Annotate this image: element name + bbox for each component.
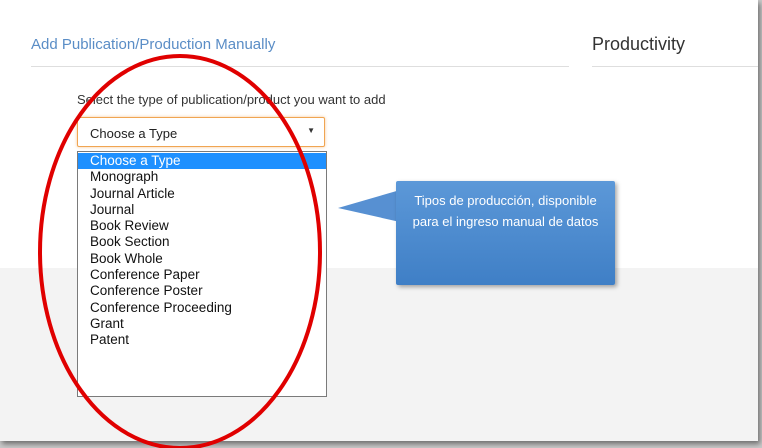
- dropdown-option[interactable]: Book Section: [78, 234, 326, 250]
- dropdown-option[interactable]: Patent: [78, 332, 326, 348]
- app-window: Add Publication/Production Manually Prod…: [0, 0, 758, 441]
- annotation-callout: Tipos de producción, disponible para el …: [396, 181, 615, 285]
- dropdown-option[interactable]: Conference Poster: [78, 283, 326, 299]
- section-title-productivity: Productivity: [592, 34, 686, 54]
- chevron-down-icon: ▼: [307, 126, 315, 135]
- dropdown-option[interactable]: Choose a Type: [78, 153, 326, 170]
- type-select-value: Choose a Type: [90, 126, 178, 141]
- dropdown-option[interactable]: Journal: [78, 202, 326, 218]
- section-divider-right: [592, 66, 758, 67]
- dropdown-option[interactable]: Book Whole: [78, 251, 326, 267]
- dropdown-option[interactable]: Grant: [78, 316, 326, 332]
- section-title-add-manually: Add Publication/Production Manually: [31, 36, 276, 53]
- dropdown-option[interactable]: Book Review: [78, 218, 326, 234]
- dropdown-option[interactable]: Conference Paper: [78, 267, 326, 283]
- section-divider: [31, 66, 569, 67]
- type-dropdown-list[interactable]: Choose a Type Monograph Journal Article Jou…: [77, 151, 327, 397]
- dropdown-option[interactable]: Journal Article: [78, 186, 326, 202]
- type-select[interactable]: Choose a Type ▼: [77, 117, 325, 147]
- dropdown-option[interactable]: Conference Proceeding: [78, 300, 326, 316]
- callout-text: Tipos de producción, disponible para el …: [412, 193, 599, 229]
- dropdown-option[interactable]: Monograph: [78, 169, 326, 185]
